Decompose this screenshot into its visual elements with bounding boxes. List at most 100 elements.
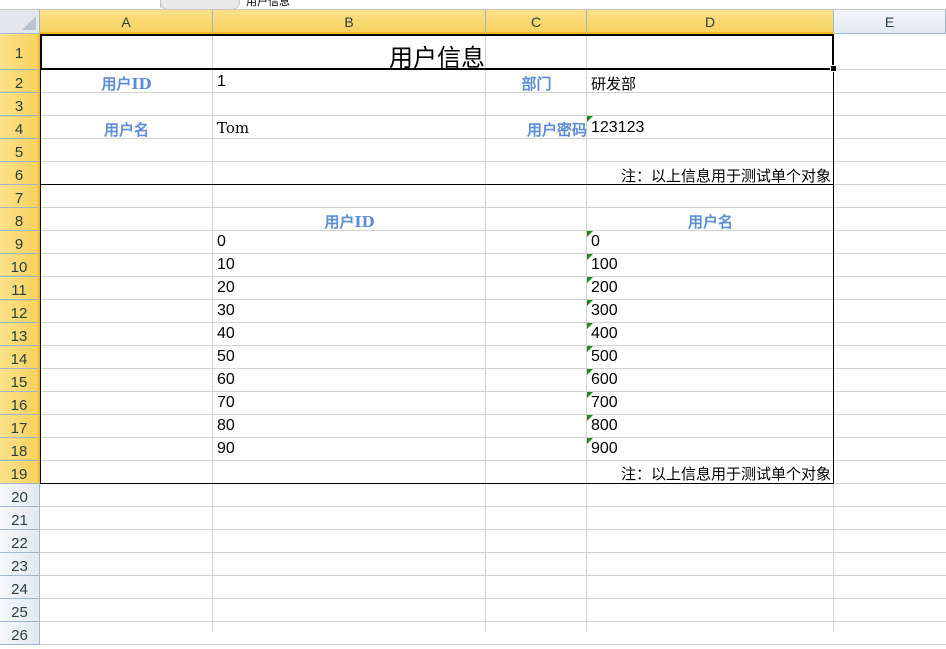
list-username-8: 800 bbox=[591, 417, 618, 434]
gridline-row-23 bbox=[40, 575, 946, 576]
list-username-7: 700 bbox=[591, 394, 618, 411]
formula-bar-divider[interactable] bbox=[160, 0, 240, 9]
row-header-1[interactable]: 1 bbox=[0, 34, 40, 70]
list-user-id-4: 40 bbox=[217, 325, 235, 342]
gridline-row-7 bbox=[40, 207, 946, 208]
column-header-e[interactable]: E bbox=[834, 10, 946, 34]
list-username-4: 400 bbox=[591, 325, 618, 342]
row-header-22[interactable]: 22 bbox=[0, 530, 40, 553]
list-user-id-0: 0 bbox=[217, 233, 226, 250]
row-header-20[interactable]: 20 bbox=[0, 484, 40, 507]
list-border-left bbox=[40, 185, 41, 484]
list-username-6: 600 bbox=[591, 371, 618, 388]
password-text-warning-icon bbox=[587, 116, 593, 122]
row-header-9[interactable]: 9 bbox=[0, 231, 40, 254]
gridline-row-21 bbox=[40, 529, 946, 530]
list-header-user-id: 用户ID bbox=[324, 213, 375, 231]
column-header-a[interactable]: A bbox=[40, 10, 213, 34]
note-list: 注：以上信息用于测试单个对象 bbox=[620, 465, 831, 483]
row-header-19[interactable]: 19 bbox=[0, 461, 40, 484]
row-header-12[interactable]: 12 bbox=[0, 300, 40, 323]
column-header-c[interactable]: C bbox=[486, 10, 587, 34]
gridline-row-11 bbox=[40, 299, 946, 300]
gridline-row-22 bbox=[40, 552, 946, 553]
gridline-row-10 bbox=[40, 276, 946, 277]
gridline-row-9 bbox=[40, 253, 946, 254]
row-header-7[interactable]: 7 bbox=[0, 185, 40, 208]
list-user-id-6: 60 bbox=[217, 371, 235, 388]
list-user-id-5: 50 bbox=[217, 348, 235, 365]
list-username-5: 500 bbox=[591, 348, 618, 365]
formula-bar: 用户信息 bbox=[0, 0, 946, 10]
row-header-17[interactable]: 17 bbox=[0, 415, 40, 438]
username-label: 用户名 bbox=[103, 121, 149, 139]
row-header-6[interactable]: 6 bbox=[0, 162, 40, 185]
list-header-username: 用户名 bbox=[687, 213, 733, 231]
row-header-25[interactable]: 25 bbox=[0, 599, 40, 622]
row-header-16[interactable]: 16 bbox=[0, 392, 40, 415]
list-username-warning-icon-8 bbox=[587, 415, 593, 421]
list-username-3: 300 bbox=[591, 302, 618, 319]
list-username-warning-icon-4 bbox=[587, 323, 593, 329]
row-header-2[interactable]: 2 bbox=[0, 70, 40, 93]
row-header-14[interactable]: 14 bbox=[0, 346, 40, 369]
row-header-18[interactable]: 18 bbox=[0, 438, 40, 461]
user-id-label: 用户ID bbox=[101, 75, 152, 93]
row-header-23[interactable]: 23 bbox=[0, 553, 40, 576]
row-header-15[interactable]: 15 bbox=[0, 369, 40, 392]
list-username-warning-icon-2 bbox=[587, 277, 593, 283]
gridline-row-5 bbox=[40, 161, 946, 162]
column-header-b[interactable]: B bbox=[213, 10, 486, 34]
list-username-9: 900 bbox=[591, 440, 618, 457]
name-box[interactable] bbox=[0, 0, 161, 8]
gridline-row-26 bbox=[40, 644, 946, 645]
column-header-d[interactable]: D bbox=[587, 10, 834, 34]
row-header-8[interactable]: 8 bbox=[0, 208, 40, 231]
list-user-id-8: 80 bbox=[217, 417, 235, 434]
gridline-row-17 bbox=[40, 437, 946, 438]
gridline-row-15 bbox=[40, 391, 946, 392]
row-header-26[interactable]: 26 bbox=[0, 622, 40, 645]
list-username-warning-icon-3 bbox=[587, 300, 593, 306]
list-user-id-1: 10 bbox=[217, 256, 235, 273]
list-username-warning-icon-0 bbox=[587, 231, 593, 237]
list-user-id-3: 30 bbox=[217, 302, 235, 319]
password-value: 123123 bbox=[591, 119, 645, 136]
formula-input[interactable]: 用户信息 bbox=[246, 0, 290, 9]
gridline-row-3 bbox=[40, 115, 946, 116]
row-header-21[interactable]: 21 bbox=[0, 507, 40, 530]
username-value: Tom bbox=[217, 119, 250, 137]
list-user-id-2: 20 bbox=[217, 279, 235, 296]
row-header-3[interactable]: 3 bbox=[0, 93, 40, 116]
row-header-11[interactable]: 11 bbox=[0, 277, 40, 300]
dept-value: 研发部 bbox=[591, 75, 637, 93]
row-header-13[interactable]: 13 bbox=[0, 323, 40, 346]
gridline-row-12 bbox=[40, 322, 946, 323]
gridline-row-16 bbox=[40, 414, 946, 415]
list-username-warning-icon-1 bbox=[587, 254, 593, 260]
list-username-warning-icon-7 bbox=[587, 392, 593, 398]
list-username-warning-icon-6 bbox=[587, 369, 593, 375]
list-username-warning-icon-9 bbox=[587, 438, 593, 444]
gridline-row-20 bbox=[40, 506, 946, 507]
row-header-24[interactable]: 24 bbox=[0, 576, 40, 599]
row-header-10[interactable]: 10 bbox=[0, 254, 40, 277]
sheet-title: 用户信息 bbox=[389, 44, 485, 72]
list-username-warning-icon-5 bbox=[587, 346, 593, 352]
gridline-row-14 bbox=[40, 368, 946, 369]
password-label: 用户密码 bbox=[526, 121, 587, 139]
info-border-right bbox=[833, 70, 834, 185]
row-header-4[interactable]: 4 bbox=[0, 116, 40, 139]
title-border-top bbox=[40, 34, 834, 36]
gridline-row-13 bbox=[40, 345, 946, 346]
gridline-row-18 bbox=[40, 460, 946, 461]
gridline-row-25 bbox=[40, 621, 946, 622]
list-user-id-9: 90 bbox=[217, 440, 235, 457]
row-header-5[interactable]: 5 bbox=[0, 139, 40, 162]
select-all-triangle-icon bbox=[22, 16, 36, 30]
gridline-row-24 bbox=[40, 598, 946, 599]
list-username-2: 200 bbox=[591, 279, 618, 296]
select-all-button[interactable] bbox=[0, 10, 40, 34]
dept-label: 部门 bbox=[521, 75, 552, 93]
list-username-1: 100 bbox=[591, 256, 618, 273]
